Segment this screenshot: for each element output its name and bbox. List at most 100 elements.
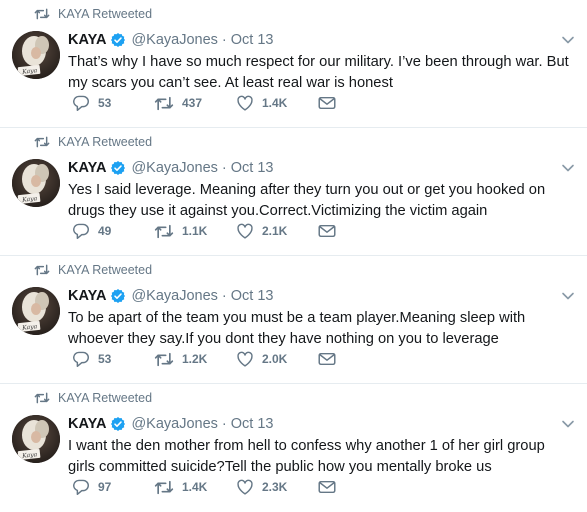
reply-icon [72, 479, 90, 495]
tweet-text: To be apart of the team you must be a te… [68, 310, 526, 347]
direct-message-button[interactable] [318, 224, 336, 238]
retweet-button[interactable]: 1.4K [154, 480, 236, 495]
verified-badge-icon [110, 160, 126, 176]
author-handle[interactable]: @KayaJones [131, 160, 217, 176]
reply-count: 53 [98, 352, 112, 366]
like-button[interactable]: 2.1K [236, 223, 318, 239]
like-count: 2.3K [262, 480, 288, 494]
retweet-icon [34, 264, 50, 276]
tweet-header: KAYA @KayaJones · Oct 13 [68, 158, 575, 178]
retweeted-by-label: KAYA Retweeted [58, 7, 153, 21]
like-button[interactable]: 2.3K [236, 479, 318, 495]
retweet-button[interactable]: 1.1K [154, 224, 236, 239]
tweet-date[interactable]: Oct 13 [231, 288, 274, 304]
reply-icon [72, 223, 90, 239]
direct-message-button[interactable] [318, 352, 336, 366]
retweeted-by-label: KAYA Retweeted [58, 135, 153, 149]
verified-badge-icon [110, 32, 126, 48]
envelope-icon [318, 96, 336, 110]
tweet[interactable]: KAYA Retweeted Kaya KAYA @KayaJones · Oc… [0, 128, 587, 256]
tweet-header: KAYA @KayaJones · Oct 13 [68, 286, 575, 306]
like-button[interactable]: 1.4K [236, 95, 318, 111]
retweet-context: KAYA Retweeted [34, 134, 152, 150]
heart-icon [236, 223, 254, 239]
author-name[interactable]: KAYA [68, 416, 106, 432]
tweet-actions: 49 1.1K 2.1K [72, 221, 336, 241]
verified-badge-icon [110, 416, 126, 432]
direct-message-button[interactable] [318, 480, 336, 494]
retweet-count: 1.2K [182, 352, 208, 366]
tweet[interactable]: KAYA Retweeted Kaya KAYA @KayaJones · Oc… [0, 0, 587, 128]
reply-icon [72, 95, 90, 111]
retweet-button[interactable]: 1.2K [154, 352, 236, 367]
avatar[interactable]: Kaya [12, 31, 60, 79]
chevron-down-icon[interactable] [561, 161, 575, 177]
like-count: 2.0K [262, 352, 288, 366]
chevron-down-icon[interactable] [561, 33, 575, 49]
reply-count: 97 [98, 480, 112, 494]
retweet-icon [34, 136, 50, 148]
separator-dot: · [221, 32, 227, 48]
retweet-count: 437 [182, 96, 203, 110]
avatar[interactable]: Kaya [12, 287, 60, 335]
retweet-context: KAYA Retweeted [34, 262, 152, 278]
like-button[interactable]: 2.0K [236, 351, 318, 367]
like-count: 1.4K [262, 96, 288, 110]
reply-button[interactable]: 53 [72, 95, 154, 111]
tweet-header: KAYA @KayaJones · Oct 13 [68, 414, 575, 434]
avatar[interactable]: Kaya [12, 415, 60, 463]
verified-badge-icon [110, 288, 126, 304]
reply-button[interactable]: 49 [72, 223, 154, 239]
retweet-context: KAYA Retweeted [34, 6, 152, 22]
retweet-icon [154, 480, 174, 495]
reply-count: 53 [98, 96, 112, 110]
tweet-actions: 97 1.4K 2.3K [72, 477, 336, 497]
author-name[interactable]: KAYA [68, 32, 106, 48]
reply-icon [72, 351, 90, 367]
separator-dot: · [221, 416, 227, 432]
retweet-icon [34, 8, 50, 20]
separator-dot: · [221, 160, 227, 176]
tweet[interactable]: KAYA Retweeted Kaya KAYA @KayaJones · Oc… [0, 384, 587, 512]
tweet[interactable]: KAYA Retweeted Kaya KAYA @KayaJones · Oc… [0, 256, 587, 384]
tweet-text: I want the den mother from hell to confe… [68, 438, 545, 475]
retweet-button[interactable]: 437 [154, 96, 236, 111]
tweet-date[interactable]: Oct 13 [231, 160, 274, 176]
heart-icon [236, 479, 254, 495]
author-handle[interactable]: @KayaJones [131, 288, 217, 304]
author-name[interactable]: KAYA [68, 160, 106, 176]
like-count: 2.1K [262, 224, 288, 238]
retweet-count: 1.1K [182, 224, 208, 238]
heart-icon [236, 95, 254, 111]
tweet-actions: 53 437 1.4K [72, 93, 336, 113]
envelope-icon [318, 480, 336, 494]
author-handle[interactable]: @KayaJones [131, 416, 217, 432]
tweet-actions: 53 1.2K 2.0K [72, 349, 336, 369]
reply-button[interactable]: 97 [72, 479, 154, 495]
author-name[interactable]: KAYA [68, 288, 106, 304]
retweeted-by-label: KAYA Retweeted [58, 263, 153, 277]
heart-icon [236, 351, 254, 367]
retweet-icon [34, 392, 50, 404]
avatar[interactable]: Kaya [12, 159, 60, 207]
chevron-down-icon[interactable] [561, 417, 575, 433]
tweet-text: That’s why I have so much respect for ou… [68, 54, 569, 91]
retweet-icon [154, 224, 174, 239]
tweet-header: KAYA @KayaJones · Oct 13 [68, 30, 575, 50]
envelope-icon [318, 352, 336, 366]
direct-message-button[interactable] [318, 96, 336, 110]
retweeted-by-label: KAYA Retweeted [58, 391, 153, 405]
tweet-feed: KAYA Retweeted Kaya KAYA @KayaJones · Oc… [0, 0, 587, 512]
separator-dot: · [221, 288, 227, 304]
tweet-date[interactable]: Oct 13 [231, 416, 274, 432]
tweet-date[interactable]: Oct 13 [231, 32, 274, 48]
reply-count: 49 [98, 224, 112, 238]
envelope-icon [318, 224, 336, 238]
retweet-count: 1.4K [182, 480, 208, 494]
reply-button[interactable]: 53 [72, 351, 154, 367]
retweet-icon [154, 352, 174, 367]
tweet-text: Yes I said leverage. Meaning after they … [68, 182, 546, 219]
chevron-down-icon[interactable] [561, 289, 575, 305]
author-handle[interactable]: @KayaJones [131, 32, 217, 48]
retweet-context: KAYA Retweeted [34, 390, 152, 406]
